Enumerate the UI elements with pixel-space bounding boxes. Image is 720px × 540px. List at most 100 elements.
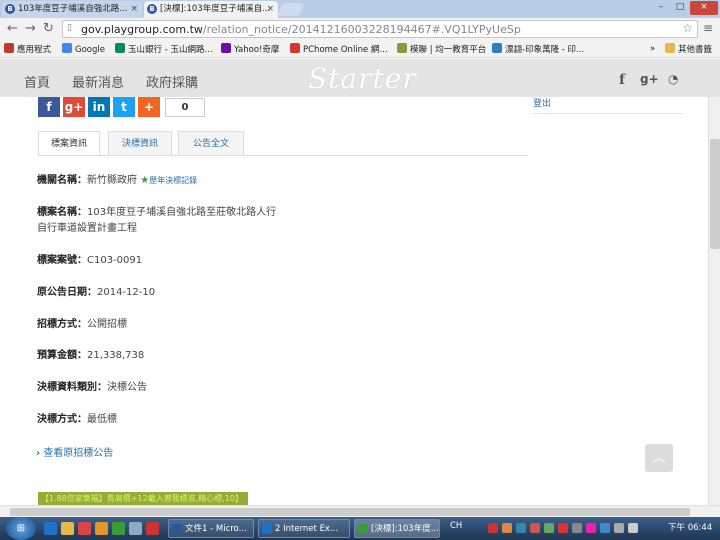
tab-title: [決標]:103年度豆子埔溪自...: [160, 4, 271, 14]
piaohong-icon: [492, 43, 502, 53]
link-label: 查看原招標公告: [43, 448, 114, 459]
menu-icon[interactable]: ≡: [703, 21, 713, 35]
nav-home[interactable]: 首頁: [24, 72, 50, 91]
taskbar-ie[interactable]: 2 Internet Ex...: [258, 519, 350, 538]
bookmark-piaohong[interactable]: 漂翃-印象萬隆 - 印...: [492, 43, 584, 56]
reload-icon[interactable]: ↻: [43, 21, 54, 36]
maximize-button[interactable]: □: [671, 1, 689, 15]
tray-icon[interactable]: [586, 523, 596, 533]
bookmark-apps[interactable]: 應用程式: [4, 43, 51, 56]
tray-icon[interactable]: [488, 523, 498, 533]
field-label: 預算金額：: [37, 350, 87, 361]
tab-full-notice[interactable]: 公告全文: [178, 131, 244, 156]
bookmark-esun[interactable]: 玉山銀行 - 玉山網路...: [115, 43, 213, 56]
bookmarks-more-chevron[interactable]: »: [650, 43, 655, 55]
field-case-number: 標案案號：C103-0091: [37, 253, 297, 269]
field-award-category: 決標資料類別：決標公告: [37, 380, 297, 396]
ad-banner[interactable]: 【1.88倍家樂福】貴高價+12載入曾我標准,精心標,10】: [38, 492, 248, 505]
field-value: 最低標: [87, 414, 117, 425]
minimize-button[interactable]: –: [652, 1, 670, 15]
field-original-date: 原公告日期：2014-12-10: [37, 285, 297, 301]
facebook-share-icon[interactable]: f: [38, 97, 60, 117]
vertical-scroll-thumb[interactable]: [710, 139, 720, 249]
network-icon[interactable]: [614, 523, 624, 533]
bookmark-yahoo[interactable]: Yahoo!奇摩: [221, 43, 279, 56]
twitter-share-icon[interactable]: t: [113, 97, 135, 117]
apps-grid-icon: [4, 43, 14, 53]
explorer-folder-icon[interactable]: [61, 522, 74, 535]
bookmark-label: Yahoo!奇摩: [234, 45, 280, 55]
task-label: 文件1 - Micro...: [185, 524, 247, 534]
site-logo[interactable]: Starter: [308, 62, 417, 95]
language-indicator[interactable]: CH: [450, 521, 462, 531]
clock[interactable]: 下午 06:44: [668, 521, 712, 533]
horizontal-scroll-thumb[interactable]: [10, 508, 690, 516]
bookmark-pchome[interactable]: PChome Online 網...: [290, 43, 388, 56]
page-icon: ▯: [67, 23, 72, 33]
tray-icon[interactable]: [558, 523, 568, 533]
junyi-icon: [397, 43, 407, 53]
tab-close-icon[interactable]: ×: [130, 1, 138, 17]
tray-icon[interactable]: [502, 523, 512, 533]
site-favicon-icon: B: [147, 4, 157, 14]
rss-icon[interactable]: ◔: [668, 72, 678, 86]
field-value: 2014-12-10: [97, 287, 156, 298]
tab-award-info[interactable]: 決標資訊: [108, 131, 172, 156]
bookmark-junyi[interactable]: 模聯 | 均一教育平台: [397, 43, 486, 56]
bookmark-google[interactable]: Google: [62, 43, 105, 56]
back-arrow-icon[interactable]: ←: [7, 21, 18, 36]
chrome-icon: [358, 524, 368, 534]
horizontal-scrollbar[interactable]: [0, 505, 720, 517]
forward-arrow-icon[interactable]: →: [25, 21, 36, 36]
firefox-icon[interactable]: [95, 522, 108, 535]
close-window-button[interactable]: ×: [690, 1, 718, 15]
star-bookmark-icon[interactable]: ☆: [682, 21, 693, 35]
tray-icon[interactable]: [600, 523, 610, 533]
other-bookmarks[interactable]: 其他書籤: [665, 43, 712, 56]
tab-tender-info[interactable]: 標案資訊: [38, 131, 100, 156]
facebook-icon[interactable]: f: [619, 72, 625, 88]
main-content: f g+ in t + 0 登出 標案資訊 決標資訊 公告全文 機關名稱：新竹縣…: [0, 97, 708, 505]
award-history-link[interactable]: 歷年決標記錄: [149, 176, 197, 185]
google-plus-share-icon[interactable]: g+: [63, 97, 85, 117]
tray-icon[interactable]: [572, 523, 582, 533]
tab-divider: [38, 155, 528, 156]
tab-close-icon[interactable]: ×: [266, 1, 274, 17]
more-share-icon[interactable]: +: [138, 97, 160, 117]
ie-icon[interactable]: [44, 522, 57, 535]
vertical-scrollbar[interactable]: [708, 97, 720, 505]
tray-icon[interactable]: [516, 523, 526, 533]
site-favicon-icon: B: [5, 4, 15, 14]
start-button[interactable]: ⊞: [6, 517, 36, 540]
field-value: 新竹縣政府: [87, 175, 137, 186]
bookmark-label: 玉山銀行 - 玉山網路...: [128, 45, 213, 55]
media-player-icon[interactable]: [78, 522, 91, 535]
google-plus-icon[interactable]: g+: [640, 72, 659, 86]
pchome-icon: [290, 43, 300, 53]
field-budget: 預算金額：21,338,738: [37, 348, 297, 364]
browser-tab-2-active[interactable]: B [決標]:103年度豆子埔溪自... ×: [144, 1, 278, 18]
nav-news[interactable]: 最新消息: [72, 72, 124, 91]
field-label: 決標資料類別：: [37, 382, 107, 393]
tray-icon[interactable]: [544, 523, 554, 533]
tray-icon[interactable]: [530, 523, 540, 533]
nav-procurement[interactable]: 政府採購: [146, 72, 198, 91]
quick-launch-icon[interactable]: [129, 522, 142, 535]
volume-icon[interactable]: [628, 523, 638, 533]
logout-link[interactable]: 登出: [533, 97, 551, 109]
chrome-icon[interactable]: [112, 522, 125, 535]
windows-taskbar: ⊞ 文件1 - Micro... 2 Internet Ex... [決標]:1…: [0, 517, 720, 540]
bookmark-label: 漂翃-印象萬隆 - 印...: [505, 45, 585, 55]
taskbar-chrome[interactable]: [決標]:103年度...: [354, 519, 440, 538]
linkedin-share-icon[interactable]: in: [88, 97, 110, 117]
esun-bank-icon: [115, 43, 125, 53]
view-original-tender-link[interactable]: › 查看原招標公告: [36, 444, 113, 459]
field-tender-name: 標案名稱：103年度豆子埔溪自強北路至莊敬北路人行自行車道設置計畫工程: [37, 205, 277, 237]
chevron-right-icon: ›: [36, 448, 41, 459]
new-tab-button[interactable]: [277, 3, 305, 16]
address-bar[interactable]: ▯ gov.playgroup.com.tw/relation_notice/2…: [62, 20, 698, 38]
scroll-to-top-button[interactable]: ︿: [645, 444, 673, 472]
taskbar-word[interactable]: 文件1 - Micro...: [168, 519, 254, 538]
browser-tab-1[interactable]: B 103年度豆子埔溪自強北路... ×: [2, 1, 142, 18]
quick-launch-icon[interactable]: [146, 522, 159, 535]
